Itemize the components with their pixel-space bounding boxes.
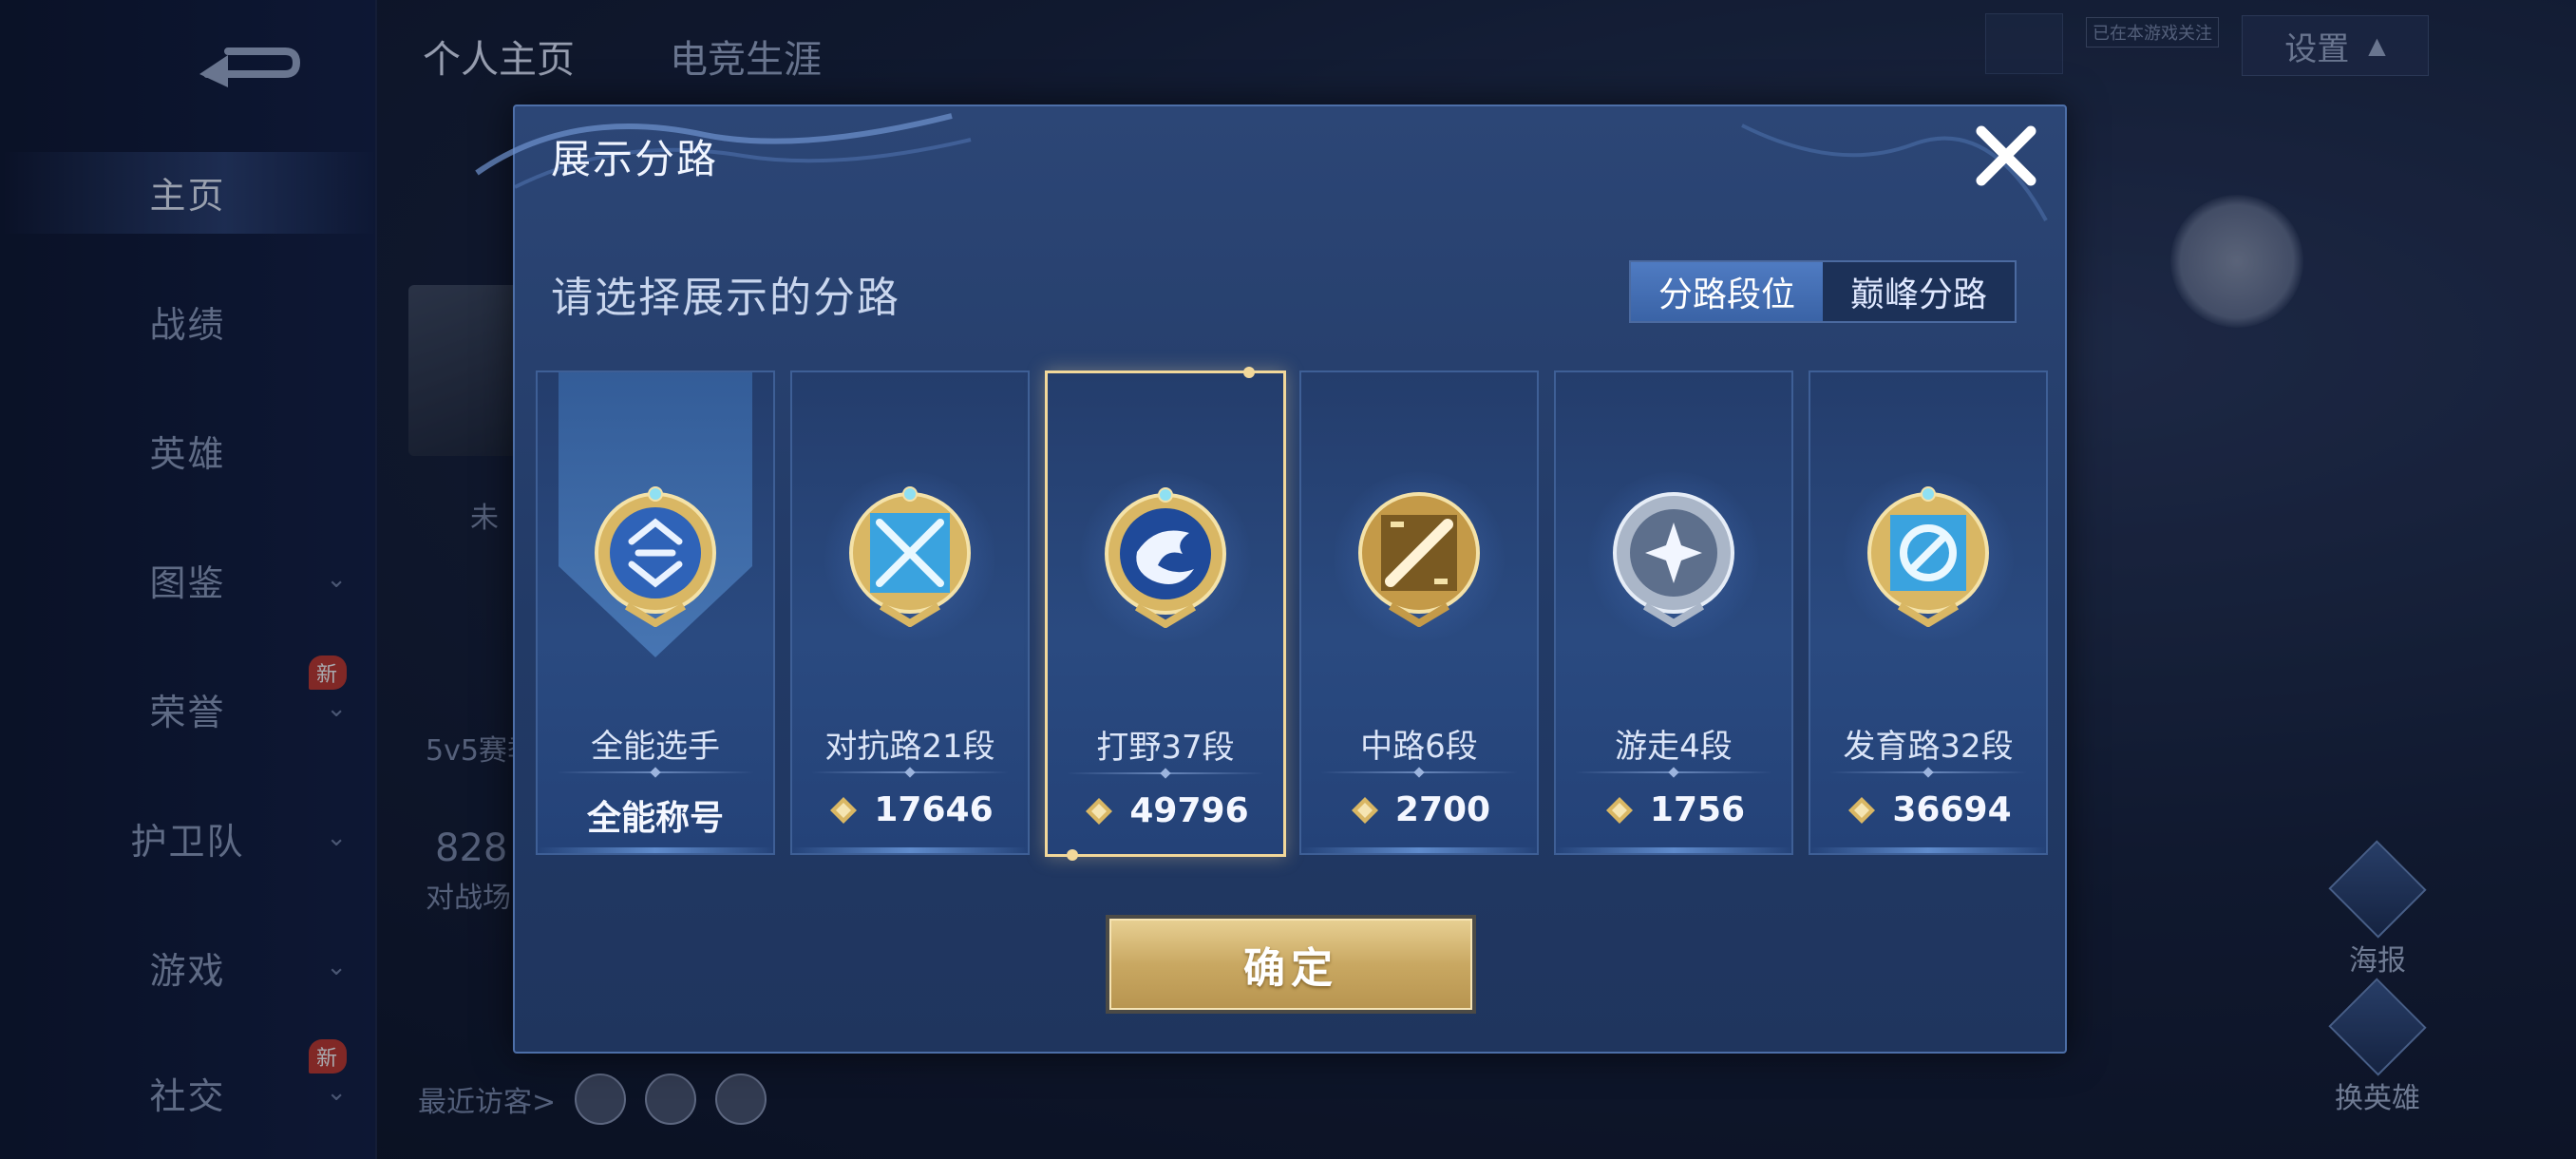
card-glow [792,847,1028,853]
divider [1067,772,1264,774]
divider [557,771,754,773]
jungle-emblem-icon [1105,487,1226,628]
rank-points-icon [1848,796,1876,824]
lane-name: 对抗路21段 [824,728,995,766]
lane-card-farm[interactable]: 发育路32段 36694 [1809,370,2048,855]
rank-points-icon [1351,796,1378,824]
lane-score-value: 49796 [1129,791,1249,830]
rank-points-icon [1605,796,1633,824]
rank-points-icon [1086,797,1113,825]
lane-name: 发育路32段 [1843,728,2014,766]
lane-score-value: 1756 [1649,790,1746,829]
cloud-ornament [475,113,972,189]
lane-name: 中路6段 [1360,728,1478,766]
divider [811,771,1009,773]
lane-score: 1756 [1556,790,1791,829]
confirm-button[interactable]: 确定 [1109,919,1472,1010]
lane-card-jungle[interactable]: 打野37段 49796 [1045,367,1286,861]
roam-emblem-icon [1613,492,1734,627]
lane-name: 全能选手 [591,728,720,766]
all-round-emblem-icon [595,486,716,627]
lane-score: 全能称号 [538,790,773,840]
card-glow [538,847,773,853]
corner-dot [1243,367,1255,378]
close-button[interactable] [1968,118,2044,194]
card-glow [1301,847,1537,853]
mid-lane-emblem-icon [1358,492,1480,627]
lane-display-dialog: 展示分路 请选择展示的分路 分路段位 巅峰分路 全能选手 全能称号 对抗路21段… [475,104,2067,1054]
lane-score-value: 17646 [874,790,994,829]
lane-type-toggle: 分路段位 巅峰分路 [1629,260,2017,323]
tab-peak-lane[interactable]: 巅峰分路 [1823,262,2015,321]
card-glow [1810,847,2046,853]
divider [1320,771,1518,773]
lane-score: 2700 [1301,790,1537,829]
lane-score-value: 36694 [1892,790,2012,829]
lane-card-list: 全能选手 全能称号 对抗路21段 17646 打野37段 49796 中路6段 … [536,367,2055,861]
lane-score: 17646 [792,790,1028,829]
card-glow [1556,847,1791,853]
lane-name: 游走4段 [1615,728,1733,766]
tab-lane-rank[interactable]: 分路段位 [1631,262,1823,321]
lane-score: 49796 [1048,791,1283,830]
lane-name: 打野37段 [1096,729,1235,767]
divider [1829,771,2027,773]
lane-card-all-round[interactable]: 全能选手 全能称号 [536,370,775,855]
corner-dot [1067,849,1078,861]
lane-score-value: 全能称号 [586,799,724,838]
lane-card-clash[interactable]: 对抗路21段 17646 [790,370,1030,855]
lane-score-value: 2700 [1394,790,1491,829]
close-icon [1976,125,2036,186]
dialog-subtitle: 请选择展示的分路 [551,274,900,322]
clash-lane-emblem-icon [849,486,971,627]
rank-points-icon [830,796,858,824]
divider [1575,771,1772,773]
lane-score: 36694 [1810,790,2046,829]
lane-card-roam[interactable]: 游走4段 1756 [1554,370,1793,855]
lane-card-mid[interactable]: 中路6段 2700 [1299,370,1539,855]
dialog-title: 展示分路 [551,136,719,182]
farm-lane-emblem-icon [1867,486,1989,627]
